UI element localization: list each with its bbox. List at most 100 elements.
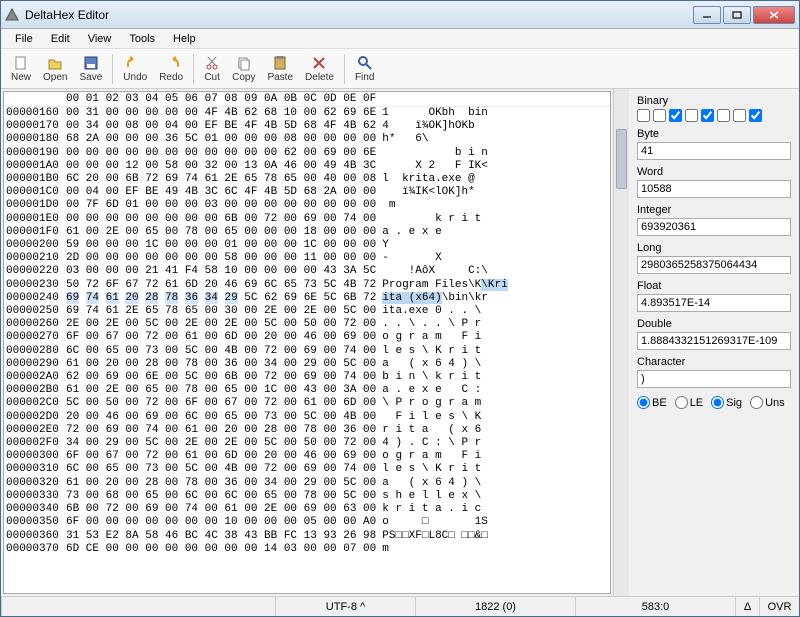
radio-le[interactable]: LE: [675, 396, 703, 409]
delete-icon: [311, 55, 327, 71]
hex-row[interactable]: 0000029061 00 20 00 28 00 78 00 36 00 34…: [4, 358, 610, 371]
status-encoding[interactable]: UTF-8 ^: [275, 597, 415, 616]
new-icon: [13, 55, 29, 71]
word-field[interactable]: [637, 180, 791, 198]
hex-row[interactable]: 0000032061 00 20 00 28 00 78 00 36 00 34…: [4, 477, 610, 490]
hex-row[interactable]: 000002F034 00 29 00 5C 00 2E 00 2E 00 5C…: [4, 437, 610, 450]
hex-row[interactable]: 000002D020 00 46 00 69 00 6C 00 65 00 73…: [4, 411, 610, 424]
menu-edit[interactable]: Edit: [43, 31, 78, 47]
maximize-button[interactable]: [723, 6, 751, 24]
byte-field[interactable]: [637, 142, 791, 160]
long-field[interactable]: [637, 256, 791, 274]
status-delta: Δ: [735, 597, 759, 616]
hex-row[interactable]: 000002E072 00 69 00 74 00 61 00 20 00 28…: [4, 424, 610, 437]
titlebar: DeltaHex Editor: [1, 1, 799, 29]
long-label: Long: [637, 242, 791, 254]
bit-3-checkbox[interactable]: [685, 109, 698, 122]
menu-file[interactable]: File: [7, 31, 41, 47]
paste-button[interactable]: Paste: [261, 53, 299, 85]
character-label: Character: [637, 356, 791, 368]
hex-row[interactable]: 000002B061 00 2E 00 65 00 78 00 65 00 1C…: [4, 384, 610, 397]
hex-row[interactable]: 000003506F 00 00 00 00 00 00 00 10 00 00…: [4, 516, 610, 529]
menubar: File Edit View Tools Help: [1, 29, 799, 49]
radio-sig[interactable]: Sig: [711, 396, 742, 409]
bit-1-checkbox[interactable]: [653, 109, 666, 122]
hex-row[interactable]: 0000025069 74 61 2E 65 78 65 00 30 00 2E…: [4, 305, 610, 318]
find-button[interactable]: Find: [349, 53, 380, 85]
hex-row[interactable]: 000002602E 00 2E 00 5C 00 2E 00 2E 00 5C…: [4, 318, 610, 331]
hex-row[interactable]: 000002806C 00 65 00 73 00 5C 00 4B 00 72…: [4, 345, 610, 358]
hex-row[interactable]: 0000033073 00 68 00 65 00 6C 00 6C 00 65…: [4, 490, 610, 503]
find-icon: [357, 55, 373, 71]
hex-row[interactable]: 000002C05C 00 50 00 72 00 6F 00 67 00 72…: [4, 397, 610, 410]
bit-2-checkbox[interactable]: [669, 109, 682, 122]
scrollbar-thumb[interactable]: [616, 129, 627, 189]
radio-be[interactable]: BE: [637, 396, 667, 409]
hex-pane[interactable]: 00 01 02 03 04 05 06 07 08 09 0A 0B 0C 0…: [3, 91, 611, 594]
bit-4-checkbox[interactable]: [701, 109, 714, 122]
hex-row[interactable]: 000003706D CE 00 00 00 00 00 00 00 00 14…: [4, 543, 610, 556]
undo-button[interactable]: Undo: [117, 53, 153, 85]
redo-icon: [163, 55, 179, 71]
status-position: 583:0: [575, 597, 735, 616]
hex-row[interactable]: 000001E000 00 00 00 00 00 00 00 6B 00 72…: [4, 213, 610, 226]
inspector-pane: Binary Byte Word Integer Long Float Doub…: [629, 89, 799, 596]
copy-icon: [236, 55, 252, 71]
new-button[interactable]: New: [5, 53, 37, 85]
vertical-scrollbar[interactable]: [613, 89, 629, 596]
double-label: Double: [637, 318, 791, 330]
hex-row[interactable]: 0000020059 00 00 00 1C 00 00 00 01 00 00…: [4, 239, 610, 252]
delete-button[interactable]: Delete: [299, 53, 340, 85]
integer-field[interactable]: [637, 218, 791, 236]
hex-row[interactable]: 000003106C 00 65 00 73 00 5C 00 4B 00 72…: [4, 463, 610, 476]
close-button[interactable]: [753, 6, 795, 24]
hex-body[interactable]: 0000016000 31 00 00 00 00 00 4F 4B 62 68…: [4, 107, 610, 593]
menu-help[interactable]: Help: [165, 31, 204, 47]
status-selection: 1822 (0): [415, 597, 575, 616]
window-title: DeltaHex Editor: [25, 8, 693, 22]
open-button[interactable]: Open: [37, 53, 73, 85]
paste-icon: [272, 55, 288, 71]
menu-view[interactable]: View: [80, 31, 120, 47]
word-label: Word: [637, 166, 791, 178]
copy-button[interactable]: Copy: [226, 53, 261, 85]
statusbar: UTF-8 ^ 1822 (0) 583:0 Δ OVR: [1, 596, 799, 616]
hex-row[interactable]: 000001C000 04 00 EF BE 49 4B 3C 6C 4F 4B…: [4, 186, 610, 199]
hex-row[interactable]: 000002A062 00 69 00 6E 00 5C 00 6B 00 72…: [4, 371, 610, 384]
hex-row[interactable]: 000001B06C 20 00 6B 72 69 74 61 2E 65 78…: [4, 173, 610, 186]
hex-row[interactable]: 0000017000 34 00 08 00 04 00 EF BE 4F 4B…: [4, 120, 610, 133]
hex-row[interactable]: 0000023050 72 6F 67 72 61 6D 20 46 69 6C…: [4, 279, 610, 292]
hex-row[interactable]: 000001D000 7F 6D 01 00 00 00 03 00 00 00…: [4, 199, 610, 212]
hex-row[interactable]: 0000024069 74 61 20 28 78 36 34 29 5C 62…: [4, 292, 610, 305]
menu-tools[interactable]: Tools: [121, 31, 163, 47]
hex-row[interactable]: 0000016000 31 00 00 00 00 00 4F 4B 62 68…: [4, 107, 610, 120]
bit-0-checkbox[interactable]: [637, 109, 650, 122]
hex-row[interactable]: 000003006F 00 67 00 72 00 61 00 6D 00 20…: [4, 450, 610, 463]
minimize-button[interactable]: [693, 6, 721, 24]
hex-row[interactable]: 0000036031 53 E2 8A 58 46 BC 4C 38 43 BB…: [4, 530, 610, 543]
save-button[interactable]: Save: [73, 53, 108, 85]
hex-row[interactable]: 0000019000 00 00 00 00 00 00 00 00 00 00…: [4, 147, 610, 160]
hex-row[interactable]: 0000022003 00 00 00 21 41 F4 58 10 00 00…: [4, 265, 610, 278]
float-field[interactable]: [637, 294, 791, 312]
bit-7-checkbox[interactable]: [749, 109, 762, 122]
status-mode[interactable]: OVR: [759, 597, 799, 616]
byte-label: Byte: [637, 128, 791, 140]
hex-row[interactable]: 000002102D 00 00 00 00 00 00 00 58 00 00…: [4, 252, 610, 265]
hex-row[interactable]: 000001A000 00 00 12 00 58 00 32 00 13 0A…: [4, 160, 610, 173]
open-icon: [47, 55, 63, 71]
hex-row[interactable]: 000002706F 00 67 00 72 00 61 00 6D 00 20…: [4, 331, 610, 344]
double-field[interactable]: [637, 332, 791, 350]
radio-uns[interactable]: Uns: [750, 396, 785, 409]
character-field[interactable]: [637, 370, 791, 388]
float-label: Float: [637, 280, 791, 292]
bit-6-checkbox[interactable]: [733, 109, 746, 122]
bit-5-checkbox[interactable]: [717, 109, 730, 122]
cut-button[interactable]: Cut: [198, 53, 226, 85]
hex-row[interactable]: 000001F061 00 2E 00 65 00 78 00 65 00 00…: [4, 226, 610, 239]
hex-row[interactable]: 0000018068 2A 00 00 00 36 5C 01 00 00 00…: [4, 133, 610, 146]
redo-button[interactable]: Redo: [153, 53, 189, 85]
save-icon: [83, 55, 99, 71]
integer-label: Integer: [637, 204, 791, 216]
hex-row[interactable]: 000003406B 00 72 00 69 00 74 00 61 00 2E…: [4, 503, 610, 516]
